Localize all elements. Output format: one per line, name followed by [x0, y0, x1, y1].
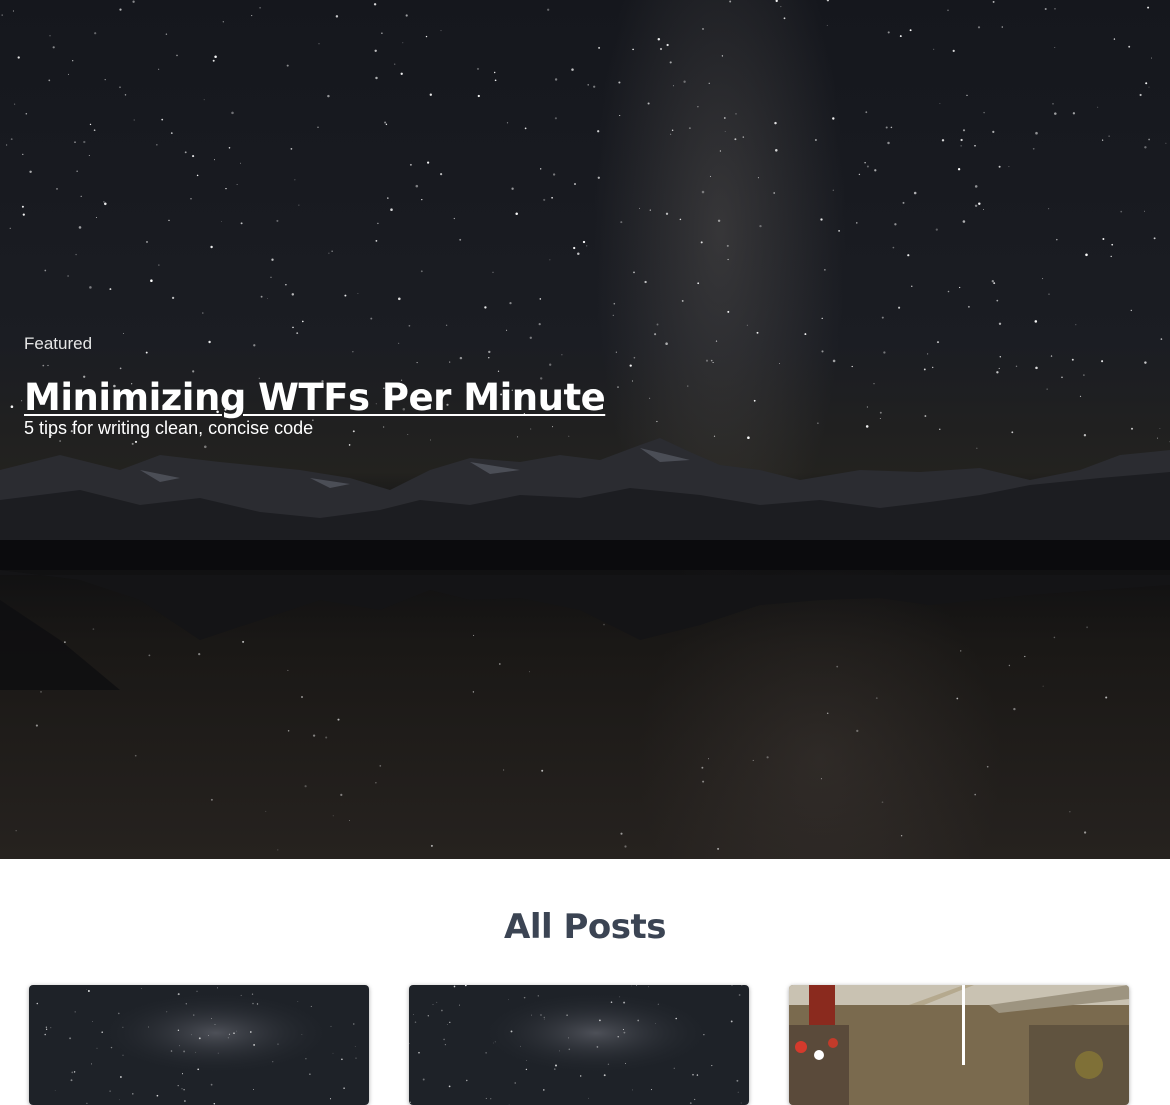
post-thumbnail-image [789, 985, 1129, 1105]
post-thumbnail-image [29, 985, 369, 1105]
post-card[interactable] [29, 985, 369, 1105]
featured-post-title-link[interactable]: Minimizing WTFs Per Minute [24, 376, 606, 420]
featured-label: Featured [24, 334, 93, 353]
featured-post-subtitle: 5 tips for writing clean, concise code [24, 418, 314, 438]
all-posts-heading: All Posts [504, 907, 666, 947]
post-card[interactable] [409, 985, 749, 1105]
featured-hero: Featured Minimizing WTFs Per Minute 5 ti… [0, 0, 1170, 859]
post-card[interactable] [789, 985, 1129, 1105]
featured-post: Featured Minimizing WTFs Per Minute 5 ti… [24, 334, 606, 439]
post-thumbnail-image [409, 985, 749, 1105]
